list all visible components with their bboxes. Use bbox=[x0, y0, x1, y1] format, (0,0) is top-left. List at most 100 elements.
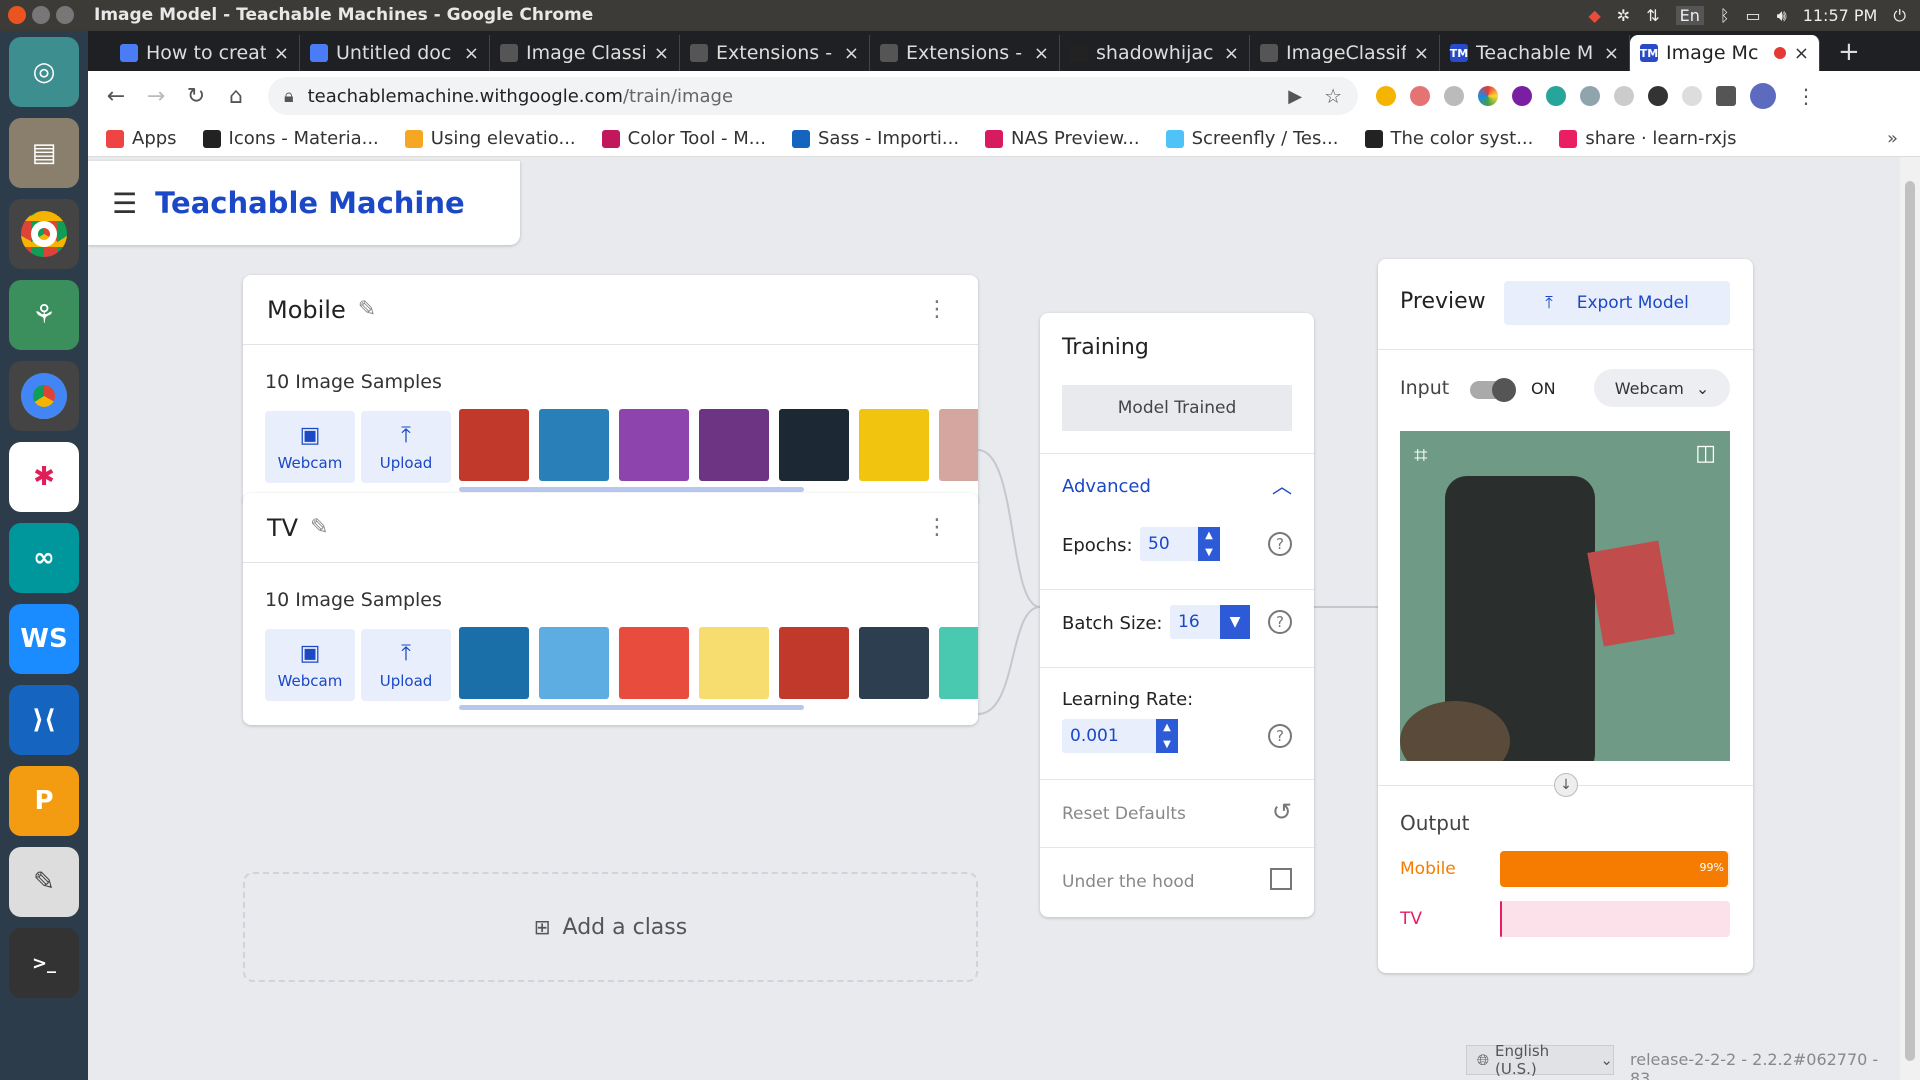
webcam-button[interactable]: ▣ Webcam bbox=[265, 629, 355, 701]
sample-thumbnail[interactable] bbox=[859, 627, 929, 699]
class-name[interactable]: TV bbox=[267, 514, 298, 542]
extension-icon[interactable] bbox=[1444, 86, 1464, 106]
sample-thumbnail[interactable] bbox=[939, 409, 978, 481]
close-tab-icon[interactable]: × bbox=[274, 43, 289, 64]
close-tab-icon[interactable]: × bbox=[1034, 43, 1049, 64]
pencil-app-icon[interactable]: P bbox=[9, 766, 79, 836]
help-icon[interactable]: ? bbox=[1268, 610, 1292, 634]
upload-button[interactable]: ⤒ Upload bbox=[361, 411, 451, 483]
close-tab-icon[interactable]: × bbox=[464, 43, 479, 64]
tab-1[interactable]: Untitled doc × bbox=[300, 35, 490, 71]
language-select[interactable]: 🌐︎ English (U.S.) ⌄ bbox=[1466, 1042, 1614, 1078]
ubuntu-icon[interactable]: ◎ bbox=[9, 37, 79, 107]
webcam-button[interactable]: ▣ Webcam bbox=[265, 411, 355, 483]
train-model-button[interactable]: Model Trained bbox=[1062, 385, 1292, 431]
app-indicator-icon[interactable]: ◆ bbox=[1588, 6, 1600, 25]
maximize-window-button[interactable] bbox=[56, 6, 74, 24]
back-button[interactable]: ← bbox=[96, 84, 136, 109]
chrome-icon[interactable] bbox=[9, 199, 79, 269]
bookmark-item[interactable]: Color Tool - M... bbox=[601, 128, 766, 149]
tab-3[interactable]: Extensions - / × bbox=[680, 35, 870, 71]
input-toggle[interactable] bbox=[1470, 378, 1516, 402]
sample-thumbnail[interactable] bbox=[619, 627, 689, 699]
bookmark-item[interactable]: Sass - Importi... bbox=[791, 128, 959, 149]
extension-icon[interactable] bbox=[1512, 86, 1532, 106]
minimize-window-button[interactable] bbox=[32, 6, 50, 24]
tab-2[interactable]: Image Classif × bbox=[490, 35, 680, 71]
sample-thumbnail[interactable] bbox=[779, 627, 849, 699]
extension-icon[interactable] bbox=[1410, 86, 1430, 106]
tab-6[interactable]: ImageClassif × bbox=[1250, 35, 1440, 71]
learning-rate-stepper[interactable]: ▲ ▼ bbox=[1156, 719, 1178, 753]
chevron-down-icon[interactable]: ▼ bbox=[1220, 605, 1250, 639]
bookmark-item[interactable]: Using elevatio... bbox=[404, 128, 576, 149]
forward-button[interactable]: → bbox=[136, 84, 176, 109]
extension-icon[interactable] bbox=[1682, 86, 1702, 106]
more-options-icon[interactable]: ⋮ bbox=[926, 297, 948, 322]
class-name[interactable]: Mobile bbox=[267, 296, 346, 324]
crop-icon[interactable]: ⌗ bbox=[1414, 441, 1428, 469]
keyboard-language[interactable]: En bbox=[1675, 6, 1704, 25]
slack-icon[interactable]: ✱ bbox=[9, 442, 79, 512]
close-tab-icon[interactable]: × bbox=[1794, 43, 1809, 64]
edit-pencil-icon[interactable]: ✎ bbox=[310, 515, 328, 540]
android-studio-icon[interactable]: ⚘ bbox=[9, 280, 79, 350]
bookmark-item[interactable]: share · learn-rxjs bbox=[1559, 128, 1736, 149]
webstorm-icon[interactable]: WS bbox=[9, 604, 79, 674]
batch-size-select[interactable]: 16 ▼ bbox=[1170, 605, 1250, 639]
close-window-button[interactable] bbox=[8, 6, 26, 24]
app-logo[interactable]: Teachable Machine bbox=[155, 186, 465, 220]
more-options-icon[interactable]: ⋮ bbox=[926, 515, 948, 540]
close-tab-icon[interactable]: × bbox=[844, 43, 859, 64]
tab-4[interactable]: Extensions - / × bbox=[870, 35, 1060, 71]
help-icon[interactable]: ? bbox=[1268, 532, 1292, 556]
more-menu-icon[interactable]: ⋮ bbox=[1796, 84, 1816, 108]
address-bar[interactable]: 🔒︎ teachablemachine.withgoogle.com/train… bbox=[268, 77, 1358, 115]
reset-defaults-button[interactable]: Reset Defaults ↺ bbox=[1040, 779, 1314, 847]
tab-0[interactable]: How to creat × bbox=[110, 35, 300, 71]
extension-icon[interactable] bbox=[1580, 86, 1600, 106]
input-source-select[interactable]: Webcam ⌄ bbox=[1594, 369, 1730, 407]
bookmark-item[interactable]: The color syst... bbox=[1364, 128, 1533, 149]
sample-thumbnail[interactable] bbox=[539, 627, 609, 699]
close-tab-icon[interactable]: × bbox=[1414, 43, 1429, 64]
sample-thumbnail[interactable] bbox=[459, 627, 529, 699]
puzzle-icon[interactable] bbox=[1716, 86, 1736, 106]
vscode-icon[interactable]: ⟩⟨ bbox=[9, 685, 79, 755]
upload-button[interactable]: ⤒ Upload bbox=[361, 629, 451, 701]
battery-icon[interactable]: ▭ bbox=[1745, 6, 1760, 25]
avatar[interactable] bbox=[1750, 83, 1776, 109]
epochs-stepper[interactable]: ▲ ▼ bbox=[1198, 527, 1220, 561]
bookmark-item[interactable]: NAS Preview... bbox=[985, 128, 1140, 149]
learning-rate-input[interactable]: 0.001 ▲ ▼ bbox=[1062, 719, 1178, 753]
extension-icon[interactable] bbox=[1546, 86, 1566, 106]
hamburger-menu-icon[interactable]: ☰ bbox=[112, 187, 137, 220]
lock-icon[interactable]: 🔒︎ bbox=[284, 86, 294, 107]
tab-7[interactable]: TM Teachable M × bbox=[1440, 35, 1630, 71]
help-icon[interactable]: ? bbox=[1268, 724, 1292, 748]
new-tab-button[interactable]: + bbox=[1820, 37, 1878, 71]
close-tab-icon[interactable]: × bbox=[654, 43, 669, 64]
thumbnail-scrollbar[interactable] bbox=[459, 487, 804, 492]
under-the-hood-button[interactable]: Under the hood bbox=[1040, 847, 1314, 917]
arduino-icon[interactable]: ∞ bbox=[9, 523, 79, 593]
volume-icon[interactable]: 🔊︎ bbox=[1777, 6, 1787, 26]
sample-thumbnail[interactable] bbox=[859, 409, 929, 481]
sample-thumbnail[interactable] bbox=[699, 627, 769, 699]
sample-thumbnail[interactable] bbox=[539, 409, 609, 481]
flip-icon[interactable]: ◫ bbox=[1695, 441, 1716, 466]
sample-thumbnail[interactable] bbox=[459, 409, 529, 481]
chrome-icon[interactable] bbox=[9, 361, 79, 431]
epochs-input[interactable]: 50 ▲ ▼ bbox=[1140, 527, 1220, 561]
extension-icon[interactable] bbox=[1614, 86, 1634, 106]
network-icon[interactable]: ⇅ bbox=[1646, 6, 1659, 25]
home-button[interactable]: ⌂ bbox=[216, 84, 256, 109]
files-icon[interactable]: ▤ bbox=[9, 118, 79, 188]
bookmark-star-icon[interactable]: ☆ bbox=[1324, 84, 1342, 108]
terminal-icon[interactable]: >_ bbox=[9, 928, 79, 998]
thumbnail-scrollbar[interactable] bbox=[459, 705, 804, 710]
bookmark-item[interactable]: Icons - Materia... bbox=[202, 128, 379, 149]
bookmark-item[interactable]: Apps bbox=[106, 128, 177, 149]
extension-icon[interactable] bbox=[1376, 86, 1396, 106]
sample-thumbnail[interactable] bbox=[939, 627, 978, 699]
